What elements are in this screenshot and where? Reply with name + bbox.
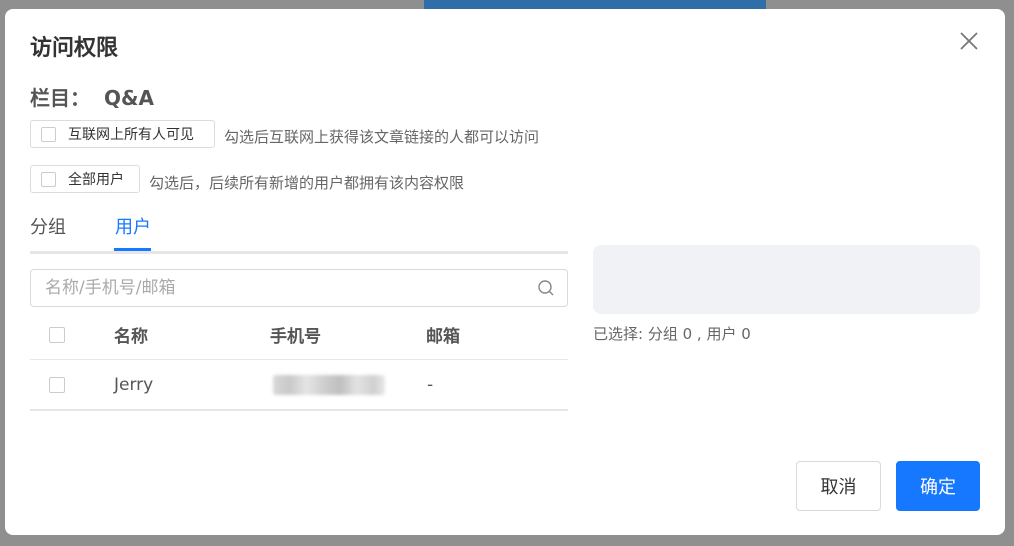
access-permission-dialog: 访问权限 栏目： Q&A 互联网上所有人可见 勾选后互联网上获得该文章链接的人都可… (5, 9, 1005, 535)
public-visible-hint: 勾选后互联网上获得该文章链接的人都可以访问 (224, 128, 540, 146)
row-checkbox[interactable] (49, 376, 65, 393)
column-label: 栏目： (30, 86, 90, 110)
tab-bar: 分组 用户 (30, 213, 568, 254)
public-visible-checkbox[interactable]: 互联网上所有人可见 (30, 120, 215, 148)
user-table: 名称 手机号 邮箱 Jerry - (30, 310, 568, 411)
row-name: Jerry (114, 374, 154, 395)
dialog-title: 访问权限 (30, 36, 119, 61)
select-all-checkbox[interactable] (49, 326, 65, 343)
cancel-button[interactable]: 取消 (796, 461, 881, 511)
row-email: - (427, 374, 434, 395)
header-name: 名称 (114, 327, 148, 347)
search-icon[interactable] (537, 279, 555, 297)
column-value: Q&A (104, 86, 154, 110)
selection-summary: 已选择: 分组 0 , 用户 0 (593, 325, 751, 343)
selected-items-box (593, 245, 980, 314)
checkbox-box (41, 126, 56, 142)
checkbox-box (41, 171, 56, 187)
all-users-hint: 勾选后，后续所有新增的用户都拥有该内容权限 (149, 174, 465, 192)
tab-groups[interactable]: 分组 (30, 213, 66, 239)
close-icon[interactable] (957, 29, 981, 53)
public-visible-label: 互联网上所有人可见 (68, 127, 194, 143)
active-tab-indicator (114, 248, 151, 251)
search-box (30, 269, 568, 307)
header-phone: 手机号 (270, 327, 321, 347)
search-input[interactable] (43, 270, 527, 306)
column-info: 栏目： Q&A (30, 82, 154, 111)
header-email: 邮箱 (426, 327, 460, 347)
table-header: 名称 手机号 邮箱 (30, 310, 568, 360)
table-row[interactable]: Jerry - (30, 360, 568, 411)
row-phone-redacted (273, 374, 385, 395)
confirm-button[interactable]: 确定 (896, 461, 980, 511)
tab-users[interactable]: 用户 (115, 213, 151, 239)
background-banner (424, 0, 766, 9)
all-users-label: 全部用户 (68, 172, 124, 188)
all-users-checkbox[interactable]: 全部用户 (30, 165, 140, 193)
